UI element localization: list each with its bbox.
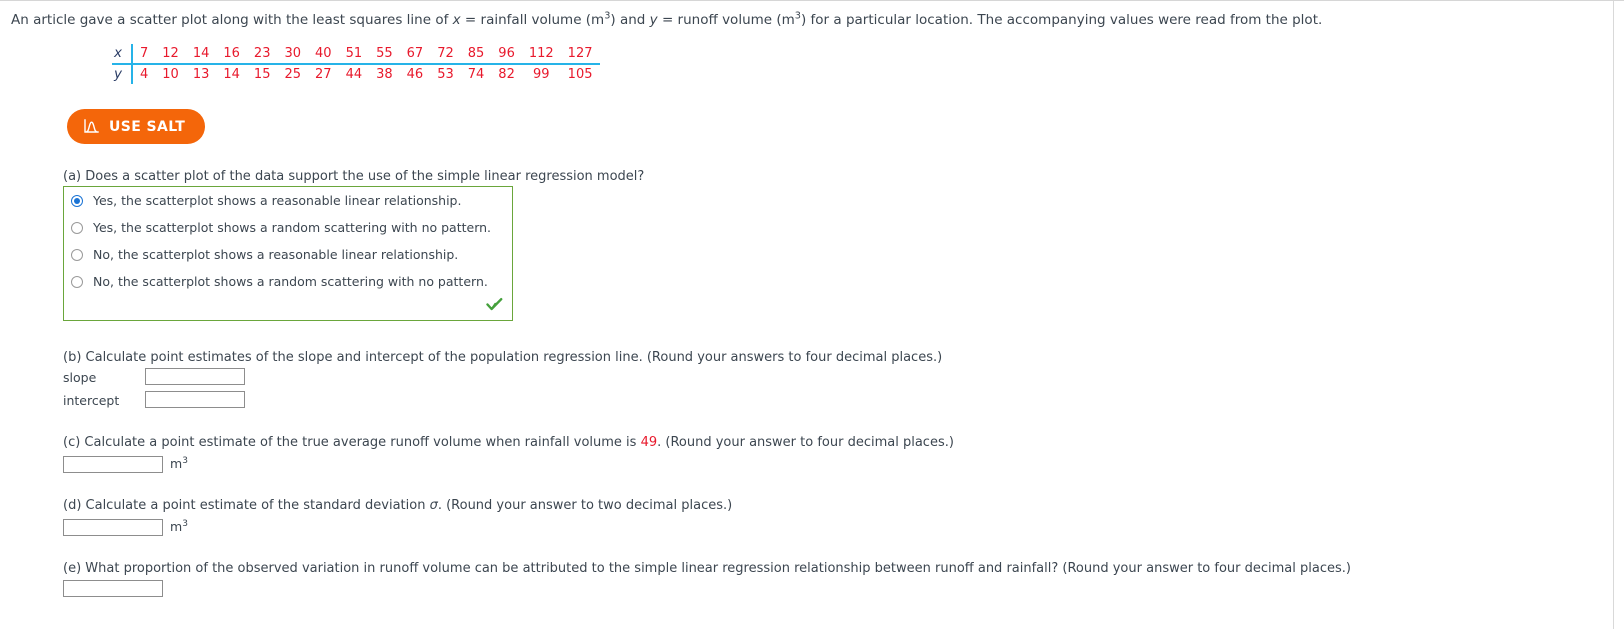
problem-statement-part5: ) for a particular location. The accompa… <box>800 12 1323 28</box>
table-cell-x-1: 12 <box>155 44 186 65</box>
problem-statement-var-y: y <box>649 12 658 28</box>
part-d-answer-input[interactable] <box>63 519 163 536</box>
radio-button-icon-2[interactable] <box>71 248 83 261</box>
green-check-icon <box>486 297 503 316</box>
normal-curve-icon <box>83 118 100 135</box>
table-cell-x-9: 67 <box>399 44 431 65</box>
table-cell-y-4: 15 <box>253 66 271 82</box>
part-a-option-3[interactable]: No, the scatterplot shows a random scatt… <box>64 268 512 295</box>
part-b-intercept-label: intercept <box>63 393 120 408</box>
part-a-option-label-3: No, the scatterplot shows a random scatt… <box>93 274 488 289</box>
use-salt-button-label: USE SALT <box>109 118 186 135</box>
data-table: x 7 12 14 16 23 30 40 51 55 67 72 85 96 112 127 y 4 10 1… <box>112 44 600 84</box>
part-d-unit-base: m <box>170 519 183 534</box>
page-right-divider <box>1613 1 1614 629</box>
part-a-option-0[interactable]: Yes, the scatterplot shows a reasonable … <box>64 187 512 214</box>
problem-statement-part4: = runoff volume (m <box>657 12 795 28</box>
table-cell-x-6: 40 <box>308 44 339 65</box>
table-cell-y-10: 53 <box>437 66 454 82</box>
table-cell-x-4: 23 <box>246 44 278 65</box>
table-cell-x-13: 112 <box>521 44 561 65</box>
part-d-unit: m3 <box>170 519 188 534</box>
table-cell-y-12: 82 <box>498 66 515 82</box>
table-cell-y-2: 13 <box>192 66 210 82</box>
part-d-question-pre: (d) Calculate a point estimate of the st… <box>63 498 430 513</box>
part-a-option-1[interactable]: Yes, the scatterplot shows a random scat… <box>64 214 512 241</box>
part-b-question: (b) Calculate point estimates of the slo… <box>63 350 943 365</box>
table-cell-x-2: 14 <box>185 44 217 65</box>
part-a-option-label-1: Yes, the scatterplot shows a random scat… <box>93 220 492 235</box>
table-cell-y-14: 105 <box>567 66 593 82</box>
table-cell-x-0: 7 <box>132 44 156 65</box>
problem-statement: An article gave a scatter plot along wit… <box>11 11 1581 30</box>
table-row-x: x 7 12 14 16 23 30 40 51 55 67 72 85 96 112 127 <box>112 44 600 65</box>
table-cell-y-9: 46 <box>406 66 424 82</box>
problem-statement-part3: ) and <box>610 12 650 28</box>
problem-statement-part2: = rainfall volume (m <box>460 12 605 28</box>
table-cell-x-7: 51 <box>338 44 370 65</box>
part-b-intercept-input[interactable] <box>145 391 245 408</box>
table-cell-x-8: 55 <box>369 44 400 65</box>
part-e-question: (e) What proportion of the observed vari… <box>63 561 1351 576</box>
part-c-question: (c) Calculate a point estimate of the tr… <box>63 434 954 452</box>
table-cell-y-0: 4 <box>140 66 149 82</box>
part-b-slope-input[interactable] <box>145 368 245 385</box>
table-cell-x-5: 30 <box>277 44 309 65</box>
part-d-question-post: . (Round your answer to two decimal plac… <box>437 498 733 513</box>
table-row-label-x: x <box>112 44 133 65</box>
table-cell-y-13: 99 <box>532 66 550 82</box>
table-cell-x-11: 85 <box>460 44 492 65</box>
part-a-options-group: Yes, the scatterplot shows a reasonable … <box>63 186 513 321</box>
table-cell-x-10: 72 <box>430 44 461 65</box>
part-a-question: (a) Does a scatter plot of the data supp… <box>63 169 645 184</box>
part-a-option-label-0: Yes, the scatterplot shows a reasonable … <box>93 193 462 208</box>
table-cell-y-7: 44 <box>345 66 363 82</box>
radio-button-icon-3[interactable] <box>71 275 83 288</box>
table-cell-y-5: 25 <box>284 66 302 82</box>
table-cell-y-1: 10 <box>162 66 179 82</box>
question-page: An article gave a scatter plot along wit… <box>0 0 1624 629</box>
part-d-unit-exponent: 3 <box>182 518 188 529</box>
table-cell-x-3: 16 <box>216 44 247 65</box>
part-c-question-pre: (c) Calculate a point estimate of the tr… <box>63 435 641 450</box>
radio-button-icon-1[interactable] <box>71 221 83 234</box>
part-c-answer-input[interactable] <box>63 456 163 473</box>
table-cell-x-14: 127 <box>560 44 600 65</box>
part-d-question: (d) Calculate a point estimate of the st… <box>63 497 732 515</box>
part-c-unit-exponent: 3 <box>182 455 188 466</box>
part-a-option-label-2: No, the scatterplot shows a reasonable l… <box>93 247 459 262</box>
part-a-option-2[interactable]: No, the scatterplot shows a reasonable l… <box>64 241 512 268</box>
table-cell-x-12: 96 <box>491 44 522 65</box>
table-cell-y-11: 74 <box>467 66 485 82</box>
table-row-y: y 4 10 13 14 15 25 27 44 38 46 53 74 82 99 105 <box>112 64 600 84</box>
use-salt-button[interactable]: USE SALT <box>67 109 206 144</box>
part-c-unit: m3 <box>170 456 188 471</box>
part-d-question-symbol: σ <box>429 498 438 513</box>
part-c-unit-base: m <box>170 456 183 471</box>
table-row-label-y: y <box>112 64 133 84</box>
part-e-answer-input[interactable] <box>63 580 163 597</box>
part-c-question-post: . (Round your answer to four decimal pla… <box>657 435 954 450</box>
problem-statement-var-x: x <box>452 12 461 28</box>
table-cell-y-6: 27 <box>315 66 332 82</box>
problem-statement-part1: An article gave a scatter plot along wit… <box>11 12 453 28</box>
table-cell-y-8: 38 <box>376 66 393 82</box>
radio-button-icon-0[interactable] <box>71 194 83 207</box>
table-cell-y-3: 14 <box>223 66 240 82</box>
part-b-slope-label: slope <box>63 370 97 385</box>
part-c-question-highlight: 49 <box>640 435 658 450</box>
